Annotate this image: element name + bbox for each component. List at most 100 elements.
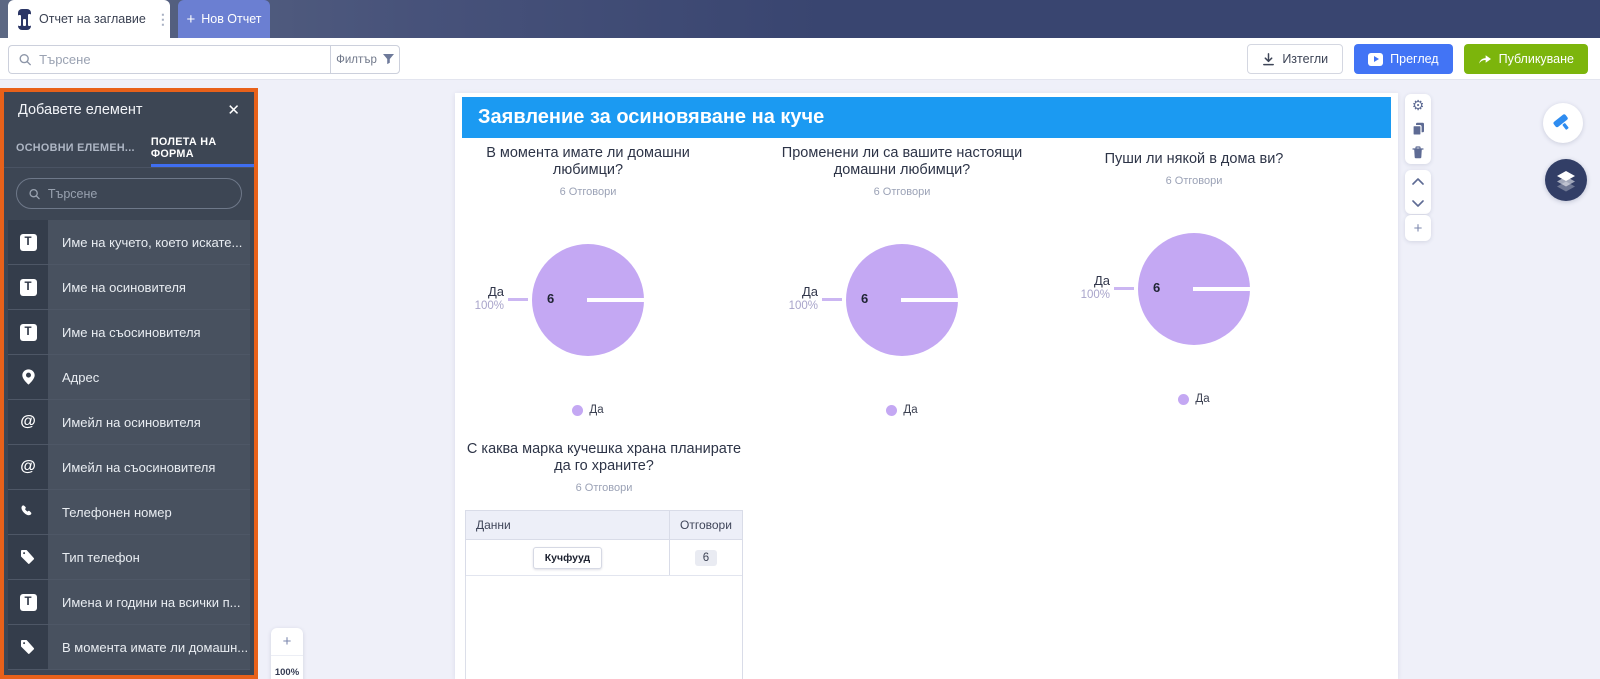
search-box[interactable] xyxy=(8,45,330,74)
panel-item-label: Имейл на съосиновителя xyxy=(48,445,250,489)
chevron-down-icon[interactable] xyxy=(1405,192,1431,214)
paint-roller-icon xyxy=(1553,114,1569,130)
panel-search-input[interactable] xyxy=(47,186,229,201)
panel-item-coadopter-name[interactable]: T Име на съосиновителя xyxy=(8,310,250,355)
panel-item-current-pets[interactable]: В момента имате ли домашн... xyxy=(8,625,250,670)
chart-legend: Да xyxy=(463,404,713,416)
at-sign-icon: @ xyxy=(8,400,48,444)
move-element-pill xyxy=(1405,170,1431,214)
panel-item-dog-name[interactable]: T Име на кучето, което искате... xyxy=(8,220,250,265)
table-row: Кучфууд 6 xyxy=(466,540,742,577)
filter-label: Филтър xyxy=(336,53,377,66)
slice-value: 6 xyxy=(547,291,555,307)
download-button[interactable]: Изтегли xyxy=(1247,44,1344,74)
add-element-panel: Добавете елемент ✕ ОСНОВНИ ЕЛЕМЕН... ПОЛ… xyxy=(0,88,258,679)
panel-item-list: T Име на кучето, което искате... T Име н… xyxy=(8,220,250,671)
chevron-up-icon[interactable] xyxy=(1405,170,1431,192)
legend-dot xyxy=(572,404,584,416)
search-icon xyxy=(19,53,31,66)
preview-button[interactable]: Преглед xyxy=(1354,44,1453,74)
pie-slice-divider xyxy=(1193,287,1250,291)
panel-tabs: ОСНОВНИ ЕЛЕМЕН... ПОЛЕТА НА ФОРМА xyxy=(4,128,254,168)
slice-label: Да xyxy=(801,284,818,300)
chart-current-pets[interactable]: В момента имате ли домашни любимци? 6 От… xyxy=(463,145,713,416)
panel-item-label: Име на съосиновителя xyxy=(48,310,250,354)
chart-responses-count: 6 Отговори xyxy=(1165,175,1223,188)
tab-basic-elements[interactable]: ОСНОВНИ ЕЛЕМЕН... xyxy=(16,128,151,167)
panel-item-label: Тип телефон xyxy=(48,535,250,579)
panel-header: Добавете елемент ✕ xyxy=(4,92,254,128)
legend-label: Да xyxy=(589,404,604,417)
legend-dot xyxy=(886,404,898,416)
zoom-widget: + 100% xyxy=(271,628,303,679)
search-input[interactable] xyxy=(39,52,320,67)
pie-chart: Да 100% 6 xyxy=(789,244,958,357)
top-tab-strip: Отчет на заглавие ⋮ + Нов Отчет xyxy=(0,0,1600,38)
plus-icon: + xyxy=(186,10,196,28)
zoom-in-button[interactable]: + xyxy=(271,628,303,656)
answer-count-badge: 6 xyxy=(694,549,718,566)
panel-title: Добавете елемент xyxy=(18,102,143,118)
design-paint-roller-button[interactable] xyxy=(1543,103,1583,143)
slice-value: 6 xyxy=(1153,280,1161,296)
chart-title: Променени ли са вашите настоящи домашни … xyxy=(781,145,1023,179)
publish-label: Публикуване xyxy=(1498,52,1574,66)
filter-button[interactable]: Филтър xyxy=(330,45,400,74)
panel-search-box[interactable] xyxy=(16,178,242,209)
panel-item-phone-type[interactable]: Тип телефон xyxy=(8,535,250,580)
chart-responses-count: 6 Отговори xyxy=(575,482,633,495)
report-builder-screen: Отчет на заглавие ⋮ + Нов Отчет Филтър И… xyxy=(0,0,1600,679)
publish-button[interactable]: Публикуване xyxy=(1463,44,1588,74)
panel-item-label: Име на кучето, което искате... xyxy=(48,220,250,264)
pie-slice-divider xyxy=(901,298,958,302)
plus-icon[interactable]: + xyxy=(1405,217,1431,239)
close-icon[interactable]: ✕ xyxy=(227,103,240,118)
panel-item-label: Адрес xyxy=(48,355,250,399)
slice-percent: 100% xyxy=(1080,289,1110,302)
new-report-tab[interactable]: + Нов Отчет xyxy=(178,0,270,38)
report-chart-icon xyxy=(18,8,31,30)
tab-form-fields[interactable]: ПОЛЕТА НА ФОРМА xyxy=(150,128,254,167)
panel-item-label: Име на осиновителя xyxy=(48,265,250,309)
answers-table: Данни Отговори Кучфууд 6 xyxy=(465,510,743,679)
toolbar: Филтър Изтегли Преглед Публикуване xyxy=(0,38,1600,80)
panel-item-household-names-ages[interactable]: T Имена и години на всички п... xyxy=(8,580,250,625)
legend-label: Да xyxy=(903,404,918,417)
filter-funnel-icon xyxy=(382,54,394,65)
text-field-icon: T xyxy=(8,220,48,264)
callout-line xyxy=(822,298,842,301)
settings-gear-icon[interactable]: ⚙ xyxy=(1405,95,1431,117)
tag-icon xyxy=(8,535,48,579)
chart-title: С каква марка кучешка храна планирате да… xyxy=(466,441,742,475)
pie-slice-callout: Да 100% xyxy=(1050,273,1110,301)
layers-button[interactable] xyxy=(1545,159,1587,201)
table-header-row: Данни Отговори xyxy=(466,511,742,541)
pie-circle: 6 xyxy=(532,244,644,357)
panel-item-address[interactable]: Адрес xyxy=(8,355,250,400)
panel-item-phone-number[interactable]: Телефонен номер xyxy=(8,490,250,535)
search-icon xyxy=(29,188,40,199)
pie-slice-callout: Да 100% xyxy=(758,284,818,312)
trash-icon[interactable] xyxy=(1405,141,1431,163)
panel-item-label: В момента имате ли домашн... xyxy=(48,625,250,669)
slice-percent: 100% xyxy=(474,300,504,313)
download-label: Изтегли xyxy=(1282,52,1329,66)
report-title-band[interactable]: Заявление за осиновяване на куче xyxy=(462,97,1391,138)
preview-label: Преглед xyxy=(1390,52,1439,66)
panel-item-adopter-email[interactable]: @ Имейл на осиновителя xyxy=(8,400,250,445)
chart-pets-changed[interactable]: Променени ли са вашите настоящи домашни … xyxy=(777,145,1027,416)
tab-kebab-menu-icon[interactable]: ⋮ xyxy=(156,12,170,26)
duplicate-icon[interactable] xyxy=(1405,118,1431,140)
download-icon xyxy=(1263,52,1275,65)
tab-report-title[interactable]: Отчет на заглавие ⋮ xyxy=(8,0,170,38)
panel-item-coadopter-email[interactable]: @ Имейл на съосиновителя xyxy=(8,445,250,490)
chart-dog-food-brand[interactable]: С каква марка кучешка храна планирате да… xyxy=(465,441,743,679)
chart-smoker-in-home[interactable]: Пуши ли някой в дома ви? 6 Отговори Да 1… xyxy=(1069,151,1319,405)
answer-chip: Кучфууд xyxy=(532,546,603,569)
panel-item-adopter-name[interactable]: T Име на осиновителя xyxy=(8,265,250,310)
pie-chart: Да 100% 6 xyxy=(475,244,644,357)
pie-slice-divider xyxy=(587,298,644,302)
slice-value: 6 xyxy=(861,291,869,307)
chart-responses-count: 6 Отговори xyxy=(559,186,617,199)
search-filter-group: Филтър xyxy=(8,45,400,74)
